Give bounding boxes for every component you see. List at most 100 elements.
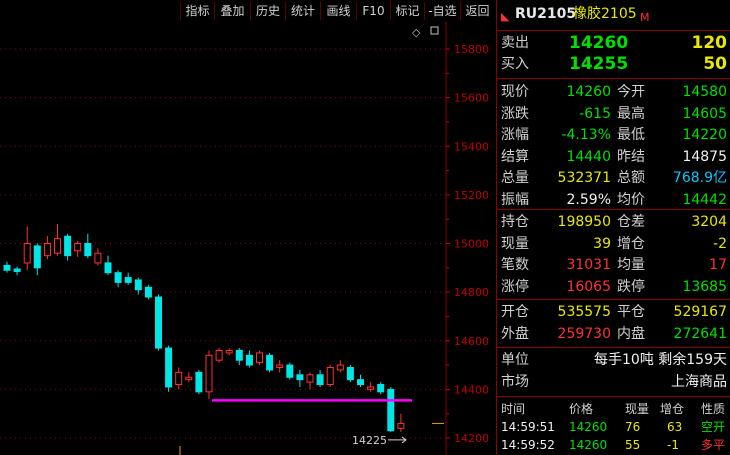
quote-value: 14442 xyxy=(682,191,727,208)
quote-row: 持仓 198950 仓差 3204 xyxy=(497,212,730,233)
quote-value: 13685 xyxy=(682,278,727,295)
trade-cell: 多平 xyxy=(701,438,726,452)
candle-body xyxy=(64,235,72,257)
candle-body xyxy=(215,349,223,361)
candle-body xyxy=(155,296,162,349)
trade-cell: 55 xyxy=(625,438,641,452)
candle-body xyxy=(377,384,385,393)
toolbar-button-6[interactable]: 标记 xyxy=(390,2,424,20)
quote-row: 外盘 259730 内盘 272641 xyxy=(497,324,730,345)
candle-body xyxy=(114,272,122,283)
candle-body xyxy=(316,374,324,386)
quote-value: 198950 xyxy=(557,214,611,230)
toolbar-button-3[interactable]: 统计 xyxy=(285,2,320,20)
toolbar-button-1[interactable]: 叠加 xyxy=(214,2,250,20)
quote-label: 昨结 xyxy=(617,148,645,165)
quote-value: 39 xyxy=(593,235,611,252)
candle-body xyxy=(165,347,173,388)
trade-cell: 63 xyxy=(667,420,683,434)
quote-value: 3204 xyxy=(691,214,727,230)
quote-value: 31031 xyxy=(566,257,611,273)
quote-row: 开仓 535575 平仓 529167 xyxy=(497,302,730,323)
candle-body xyxy=(43,243,51,257)
market-row: 市场 上海商品 xyxy=(497,372,730,393)
y-tick-label: 14200 xyxy=(454,432,489,445)
candle-body xyxy=(326,366,334,386)
quote-label: 增仓 xyxy=(617,235,645,252)
candle-body xyxy=(235,349,243,361)
trade-cell: 76 xyxy=(625,420,641,434)
quote-row: 现价 14260 今开 14580 xyxy=(497,82,730,103)
divider xyxy=(497,209,730,210)
candle-body xyxy=(387,388,395,432)
candle-body xyxy=(346,366,354,381)
restore-square-icon[interactable] xyxy=(430,26,439,35)
candle-body xyxy=(23,243,31,264)
quote-row: 现量 39 增仓 -2 xyxy=(497,234,730,255)
instrument-header: ◣ RU2105 橡胶2105 M xyxy=(497,4,730,26)
quote-label: 均价 xyxy=(617,191,645,208)
toolbar-button-5[interactable]: F10 xyxy=(356,2,390,20)
trade-column-header: 增仓 xyxy=(660,402,685,416)
y-tick-label: 15600 xyxy=(454,92,489,105)
quote-value: 529167 xyxy=(673,304,727,320)
ask-row: 卖出 14260 120 xyxy=(497,33,730,54)
bid-label: 买入 xyxy=(501,56,529,72)
divider xyxy=(497,30,730,31)
quote-label: 最低 xyxy=(617,127,645,143)
y-tick-label: 15400 xyxy=(454,140,489,153)
divider xyxy=(497,299,730,300)
candle-body xyxy=(13,268,21,272)
y-tick-label: 15800 xyxy=(454,43,489,56)
toolbar-button-4[interactable]: 画线 xyxy=(320,2,356,20)
market-label: 市场 xyxy=(501,374,529,390)
divider xyxy=(497,78,730,79)
trade-column-header: 价格 xyxy=(569,402,594,416)
ask-price: 14260 xyxy=(569,33,629,53)
trade-cell: -1 xyxy=(667,438,679,452)
y-tick-label: 14400 xyxy=(454,383,489,396)
market-value: 上海商品 xyxy=(671,374,727,390)
settings-diamond-icon[interactable]: ◇ xyxy=(412,26,421,39)
quote-row: 涨幅 -4.13% 最低 14220 xyxy=(497,125,730,146)
ask-label: 卖出 xyxy=(501,35,529,51)
candle-body xyxy=(225,349,233,354)
quote-value: 768.9亿 xyxy=(672,170,727,186)
candle-body xyxy=(104,262,112,274)
toolbar-button-0[interactable]: 指标 xyxy=(180,2,214,20)
quote-label: 振幅 xyxy=(501,191,529,208)
quote-label: 笔数 xyxy=(501,257,529,273)
candle-body xyxy=(397,422,405,429)
candle-body xyxy=(245,354,253,366)
toolbar-button-2[interactable]: 历史 xyxy=(250,2,285,20)
quote-label: 涨幅 xyxy=(501,127,529,143)
candle-body xyxy=(33,245,41,269)
trade-column-header: 时间 xyxy=(501,402,526,416)
unit-value: 每手10吨 剩余159天 xyxy=(594,352,727,368)
trade-column-header: 现量 xyxy=(625,402,650,416)
y-tick-label: 14600 xyxy=(454,335,489,348)
trade-column-header: 性质 xyxy=(701,402,726,416)
candle-body xyxy=(175,371,183,386)
quote-value: -2 xyxy=(713,235,727,252)
quote-value: 17 xyxy=(709,257,727,273)
trade-cell: 14260 xyxy=(569,438,608,452)
trade-cell: 空开 xyxy=(701,420,726,434)
quote-label: 今开 xyxy=(617,84,645,100)
divider xyxy=(497,396,730,397)
trade-row: 14:59:52 14260 55 -1 多平 xyxy=(497,436,730,454)
quote-label: 涨跌 xyxy=(501,105,529,122)
quote-label: 总量 xyxy=(501,170,529,186)
toolbar-button-8[interactable]: 返回 xyxy=(460,2,494,20)
quote-row: 总量 532371 总额 768.9亿 xyxy=(497,168,730,189)
quote-row: 振幅 2.59% 均价 14442 xyxy=(497,190,730,211)
quote-value: 16065 xyxy=(566,278,611,295)
quote-value: 14875 xyxy=(682,148,727,165)
quote-value: 532371 xyxy=(557,170,611,186)
candle-body xyxy=(256,352,263,364)
quote-value: 14440 xyxy=(566,148,611,165)
kline-chart[interactable]: 15800 15600 15400 15200 15000 14800 14600 14400… xyxy=(0,22,494,455)
ask-volume: 120 xyxy=(691,33,728,53)
candle-body xyxy=(195,371,203,393)
toolbar-button-7[interactable]: -自选 xyxy=(424,2,460,20)
